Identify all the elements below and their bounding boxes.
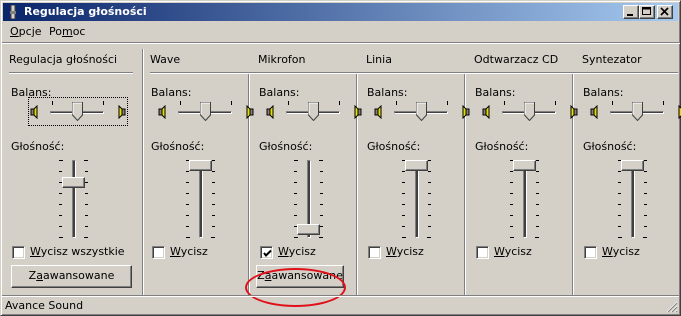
minimize-button[interactable] [623, 5, 639, 19]
maximize-button[interactable] [639, 5, 655, 19]
volume-label: Głośność: [259, 140, 313, 153]
channel-title: Syntezator [582, 53, 642, 66]
master-title: Regulacja głośności [9, 53, 118, 66]
speaker-right-icon [118, 105, 126, 119]
speaker-left-icon [590, 105, 598, 119]
wave-mute-checkbox[interactable] [152, 246, 165, 259]
volume-thumb[interactable] [405, 160, 428, 171]
syntezator-volume-slider[interactable] [612, 160, 652, 240]
volume-thumb[interactable] [62, 176, 85, 188]
volume-label: Głośność: [151, 140, 205, 153]
mute-all-label[interactable]: Wycisz wszystkie [30, 245, 125, 258]
volume-track [415, 160, 419, 238]
balance-thumb[interactable] [307, 102, 319, 121]
volume-label: Głośność: [11, 140, 65, 153]
status-bar: Avance Sound [2, 295, 679, 314]
balance-thumb[interactable] [523, 102, 535, 121]
balance-thumb[interactable] [415, 102, 427, 121]
volume-track [523, 160, 527, 238]
mixer-panel: Regulacja głośności Balans: Głośność: Wy… [2, 42, 681, 307]
mikrofon-volume-slider[interactable] [288, 160, 328, 240]
minimize-icon [627, 14, 633, 16]
cd-volume-slider[interactable] [504, 160, 544, 240]
balance-thumb[interactable] [631, 102, 643, 121]
title-divider [150, 72, 678, 74]
mikrofon-mute-checkbox[interactable] [260, 246, 273, 259]
app-icon[interactable] [6, 5, 20, 19]
channel-title: Wave [150, 53, 181, 66]
balance-thumb[interactable] [199, 102, 211, 121]
speaker-right-icon [354, 105, 362, 119]
master-volume-column: Regulacja głośności Balans: Głośność: Wy… [9, 43, 133, 296]
speaker-right-icon [678, 105, 681, 119]
volume-thumb[interactable] [189, 160, 212, 171]
speaker-right-icon [462, 105, 470, 119]
group-separator [142, 49, 144, 295]
volume-track [72, 160, 76, 238]
syntezator-mute-checkbox[interactable] [584, 246, 597, 259]
syntezator-mute-label[interactable]: Wycisz [602, 245, 640, 258]
window-title: Regulacja głośności [24, 5, 147, 18]
volume-label: Głośność: [367, 140, 421, 153]
volume-thumb[interactable] [621, 160, 644, 171]
menu-help[interactable]: Pomoc [49, 25, 85, 38]
advanced-button[interactable]: Zaawansowane [11, 265, 132, 288]
mikrofon-balance-slider[interactable] [266, 98, 362, 126]
status-text: Avance Sound [5, 299, 84, 312]
speaker-right-icon [570, 105, 578, 119]
mikrofon-mute-label[interactable]: Wycisz [278, 245, 316, 258]
volume-track [631, 160, 635, 238]
volume-thumb[interactable] [297, 223, 320, 235]
master-volume-slider[interactable] [53, 160, 93, 240]
close-icon [660, 7, 669, 16]
wave-volume-slider[interactable] [180, 160, 220, 240]
channel-title: Linia [366, 53, 392, 66]
speaker-left-icon [158, 105, 166, 119]
cd-mute-checkbox[interactable] [476, 246, 489, 259]
menu-bar: Opcje Pomoc [3, 22, 678, 41]
mute-all-checkbox[interactable] [12, 246, 25, 259]
volume-control-window: Regulacja głośności Opcje Pomoc Regulacj… [0, 0, 681, 316]
syntezator-balance-slider[interactable] [590, 98, 681, 126]
volume-label: Głośność: [475, 140, 529, 153]
linia-mute-checkbox[interactable] [368, 246, 381, 259]
cd-balance-slider[interactable] [482, 98, 578, 126]
balance-thumb[interactable] [72, 102, 83, 121]
speaker-right-icon [246, 105, 254, 119]
linia-balance-slider[interactable] [374, 98, 470, 126]
speaker-left-icon [482, 105, 490, 119]
title-bar[interactable]: Regulacja głośności [3, 3, 678, 21]
mikrofon-advanced-button[interactable]: Zaawansowane [256, 265, 344, 288]
wave-mute-label[interactable]: Wycisz [170, 245, 208, 258]
resize-grip-icon[interactable] [666, 301, 678, 313]
title-divider [9, 72, 133, 74]
channel-title: Odtwarzacz CD [474, 53, 559, 66]
maximize-icon [642, 7, 651, 15]
volume-track [199, 160, 203, 238]
cd-mute-label[interactable]: Wycisz [494, 245, 532, 258]
linia-volume-slider[interactable] [396, 160, 436, 240]
speaker-left-icon [30, 105, 38, 119]
linia-mute-label[interactable]: Wycisz [386, 245, 424, 258]
speaker-left-icon [374, 105, 382, 119]
speaker-left-icon [266, 105, 274, 119]
wave-balance-slider[interactable] [158, 98, 254, 126]
master-balance-slider[interactable] [28, 97, 128, 126]
menu-options[interactable]: Opcje [10, 25, 42, 38]
volume-label: Głośność: [583, 140, 637, 153]
checkmark-icon [263, 249, 272, 257]
volume-thumb[interactable] [513, 160, 536, 171]
channel-title: Mikrofon [258, 53, 306, 66]
close-button[interactable] [657, 5, 673, 19]
